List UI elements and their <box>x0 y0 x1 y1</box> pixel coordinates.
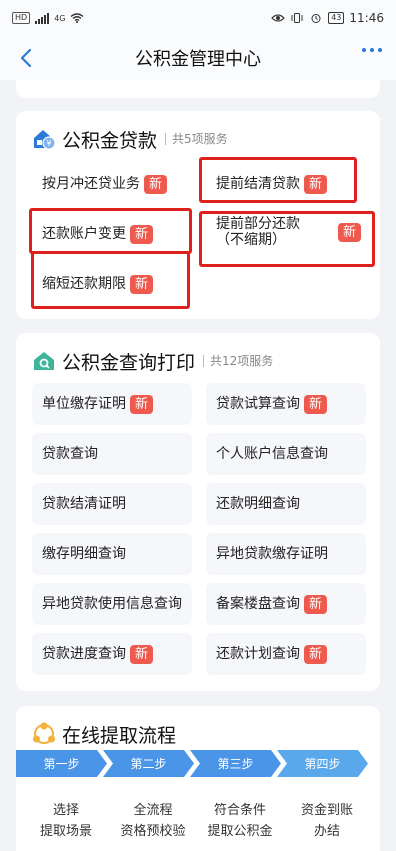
new-badge: 新 <box>304 174 328 194</box>
item-label: 单位缴存证明 <box>42 396 126 412</box>
item-label: 还款明细查询 <box>216 496 300 512</box>
flow-steps: 第一步 第二步 第三步 第四步 <box>16 750 368 777</box>
step-description: 选择 提取场景 <box>39 803 92 839</box>
house-loan-icon: ¥ <box>34 130 56 150</box>
item-label: 缴存明细查询 <box>42 546 126 562</box>
step-description: 全流程 资格预校验 <box>120 803 186 839</box>
item-label: 贷款结清证明 <box>42 496 126 512</box>
grid-item-shorten-term[interactable]: 缩短还款期限 新 <box>32 263 192 305</box>
step-description: 符合条件 提取公积金 <box>207 803 273 839</box>
people-flow-icon <box>33 722 55 744</box>
query-services-card: 公积金查询打印 共12项服务 单位缴存证明新贷款试算查询新贷款查询 个人账户信息查… <box>16 333 380 691</box>
card-title: 公积金贷款 <box>62 129 158 152</box>
grid-item-query[interactable]: 还款明细查询 <box>206 483 366 525</box>
service-count: 共5项服务 <box>165 133 228 145</box>
eye-icon <box>271 14 286 22</box>
chevron-left-icon <box>20 48 32 68</box>
service-count: 共12项服务 <box>203 355 273 367</box>
flow-step: 第二步 <box>103 750 194 777</box>
alarm-icon <box>311 14 321 23</box>
grid-item-query[interactable]: 个人账户信息查询 <box>206 433 366 475</box>
flow-step: 第三步 <box>190 750 281 777</box>
item-label: 异地贷款缴存证明 <box>216 546 328 562</box>
grid-item-query[interactable]: 贷款查询 <box>32 433 192 475</box>
item-label: 个人账户信息查询 <box>216 446 328 462</box>
card-header: 在线提取流程 <box>32 720 380 748</box>
item-label: 还款计划查询 <box>216 646 300 662</box>
card-header: 公积金查询打印 共12项服务 <box>32 347 380 375</box>
new-badge: 新 <box>304 594 328 614</box>
card-header: ¥ 公积金贷款 共5项服务 <box>32 125 380 153</box>
item-label: 备案楼盘查询 <box>216 596 300 612</box>
previous-card-edge <box>16 80 380 98</box>
card-title: 公积金查询打印 <box>62 351 196 374</box>
item-label: 还款账户变更 <box>42 226 126 242</box>
grid-item-partial-repay[interactable]: 提前部分还款 （不缩期） 新 <box>206 211 366 253</box>
grid-item-query[interactable]: 异地贷款缴存证明 <box>206 533 366 575</box>
new-badge: 新 <box>130 644 154 664</box>
svg-text:¥: ¥ <box>46 139 51 148</box>
grid-item-query[interactable]: 还款计划查询新 <box>206 633 366 675</box>
item-label: 按月冲还贷业务 <box>42 176 140 192</box>
battery-indicator: 43 <box>328 12 345 24</box>
item-label: 异地贷款使用信息查询 <box>42 596 182 612</box>
back-button[interactable] <box>14 46 38 70</box>
new-badge: 新 <box>338 222 362 242</box>
new-badge: 新 <box>130 394 154 414</box>
nav-bar: 公积金管理中心 <box>0 36 396 80</box>
card-title: 在线提取流程 <box>62 724 177 747</box>
grid-item-query[interactable]: 贷款结清证明 <box>32 483 192 525</box>
grid-item-query[interactable]: 贷款进度查询新 <box>32 633 192 675</box>
new-badge: 新 <box>130 224 154 244</box>
volte-indicator: HD <box>12 12 31 24</box>
wifi-icon <box>71 13 84 23</box>
new-badge: 新 <box>144 174 168 194</box>
vibrate-icon <box>291 13 303 23</box>
page-title: 公积金管理中心 <box>135 49 261 70</box>
grid-item-account-change[interactable]: 还款账户变更 新 <box>32 213 192 255</box>
new-badge: 新 <box>130 274 154 294</box>
grid-item-query[interactable]: 贷款试算查询新 <box>206 383 366 425</box>
grid-item-query[interactable]: 备案楼盘查询新 <box>206 583 366 625</box>
flow-step: 第四步 <box>277 750 368 777</box>
more-menu-icon[interactable] <box>362 48 382 52</box>
step-label: 第一步 <box>43 757 80 771</box>
item-label: 贷款进度查询 <box>42 646 126 662</box>
new-badge: 新 <box>304 644 328 664</box>
item-label: 缩短还款期限 <box>42 276 126 292</box>
house-search-icon <box>34 352 54 370</box>
status-bar: HD 4G 43 11:46 <box>0 0 396 36</box>
clock: 11:46 <box>349 11 384 25</box>
loan-services-card: ¥ 公积金贷款 共5项服务 按月冲还贷业务 新 提前结清贷款 新 还款账户变更 … <box>16 111 380 319</box>
flow-step: 第一步 <box>16 750 107 777</box>
step-label: 第三步 <box>217 757 254 771</box>
item-label: 贷款查询 <box>42 446 98 462</box>
grid-item-monthly-repay[interactable]: 按月冲还贷业务 新 <box>32 163 192 205</box>
status-left: HD 4G <box>12 12 84 24</box>
grid-item-early-settle[interactable]: 提前结清贷款 新 <box>206 163 366 205</box>
status-right: 43 11:46 <box>271 11 384 25</box>
item-label: 贷款试算查询 <box>216 396 300 412</box>
signal-icon <box>35 12 50 24</box>
step-label: 第四步 <box>304 757 341 771</box>
item-label: 提前部分还款 （不缩期） <box>216 216 300 248</box>
step-label: 第二步 <box>130 757 167 771</box>
grid-item-query[interactable]: 异地贷款使用信息查询 <box>32 583 192 625</box>
item-label: 提前结清贷款 <box>216 176 300 192</box>
grid-item-query[interactable]: 缴存明细查询 <box>32 533 192 575</box>
network-type: 4G <box>54 13 66 23</box>
step-description: 资金到账 办结 <box>300 803 353 839</box>
new-badge: 新 <box>304 394 328 414</box>
grid-item-query[interactable]: 单位缴存证明新 <box>32 383 192 425</box>
